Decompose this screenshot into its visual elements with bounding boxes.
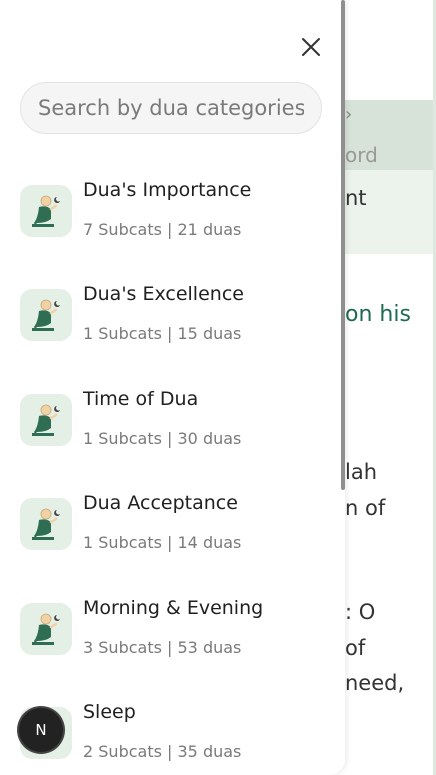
category-item[interactable]: Morning & Evening 3 Subcats | 53 duas [20,597,330,693]
praying-person-icon [20,394,72,446]
praying-person-icon [20,289,72,341]
category-item[interactable]: Dua's Importance 7 Subcats | 21 duas [20,179,330,275]
category-item[interactable]: Sleep 2 Subcats | 35 duas [20,701,330,775]
category-title: Dua's Importance [83,179,252,201]
category-item[interactable]: Time of Dua 1 Subcats | 30 duas [20,388,330,484]
praying-person-icon [20,603,72,655]
praying-person-glyph [32,404,60,436]
dev-tools-badge[interactable]: N [19,708,63,752]
category-title: Morning & Evening [83,597,264,619]
background-text-fragment: need, [345,671,405,695]
category-subtitle: 1 Subcats | 30 duas [83,429,242,448]
category-subtitle: 3 Subcats | 53 duas [83,638,242,657]
close-button[interactable] [298,34,324,60]
close-icon [302,38,320,56]
praying-person-glyph [32,299,60,331]
praying-person-glyph [32,508,60,540]
category-drawer: Dua's Importance 7 Subcats | 21 duas Dua… [0,0,345,775]
next-logo-icon: N [35,721,46,739]
background-text-fragment: of [345,636,366,660]
svg-text:N: N [35,721,46,739]
category-subtitle: 7 Subcats | 21 duas [83,220,242,239]
background-text-fragment: lah [345,460,378,484]
background-text-fragment: n of [345,496,386,520]
category-title: Dua's Excellence [83,283,244,305]
search-input[interactable] [20,82,322,134]
background-title-fragment: on his [345,302,411,327]
praying-person-icon [20,185,72,237]
category-subtitle: 2 Subcats | 35 duas [83,742,242,761]
praying-person-icon [20,498,72,550]
breadcrumb-chevron: › [345,104,353,125]
background-text-fragment: : O [345,600,376,624]
category-subtitle: 1 Subcats | 15 duas [83,324,242,343]
category-item[interactable]: Dua's Excellence 1 Subcats | 15 duas [20,283,330,379]
background-text-fragment: ord [345,143,378,167]
drawer-scrollbar[interactable] [341,0,345,490]
background-text-fragment: nt [345,186,367,210]
category-subtitle: 1 Subcats | 14 duas [83,533,242,552]
category-title: Sleep [83,701,136,723]
category-title: Dua Acceptance [83,492,238,514]
category-item[interactable]: Dua Acceptance 1 Subcats | 14 duas [20,492,330,588]
praying-person-glyph [32,613,60,645]
category-title: Time of Dua [83,388,199,410]
praying-person-glyph [32,195,60,227]
